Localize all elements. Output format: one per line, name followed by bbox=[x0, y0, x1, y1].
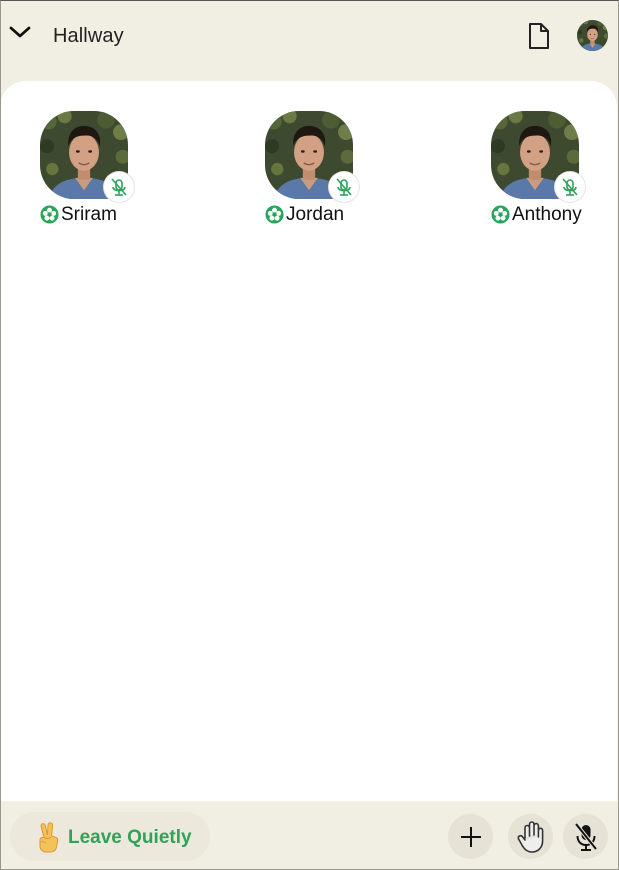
mic-muted-icon bbox=[329, 172, 359, 202]
participants-panel: Sriram Jordan Anthony bbox=[0, 81, 617, 801]
participant-card[interactable]: Sriram bbox=[40, 111, 180, 231]
plus-icon bbox=[460, 826, 481, 847]
mic-muted-icon bbox=[104, 172, 134, 202]
participant-name: Sriram bbox=[61, 204, 117, 225]
mute-button[interactable] bbox=[563, 814, 608, 859]
add-button[interactable] bbox=[448, 814, 493, 859]
online-status-icon bbox=[265, 205, 284, 224]
raise-hand-icon bbox=[517, 820, 543, 853]
user-avatar[interactable] bbox=[577, 20, 608, 51]
room-header: Hallway bbox=[0, 0, 619, 80]
participant-name: Jordan bbox=[286, 204, 345, 225]
peace-hand-icon bbox=[39, 822, 59, 853]
online-status-icon bbox=[40, 205, 59, 224]
room-title: Hallway bbox=[53, 25, 124, 47]
chevron-down-icon[interactable] bbox=[8, 20, 32, 44]
participant-name: Anthony bbox=[512, 204, 582, 225]
leave-quietly-button[interactable]: Leave Quietly bbox=[10, 812, 210, 861]
participant-card[interactable]: Jordan bbox=[265, 111, 405, 231]
online-status-icon bbox=[491, 205, 510, 224]
mic-muted-icon bbox=[573, 822, 598, 851]
leave-quietly-label: Leave Quietly bbox=[68, 827, 192, 848]
participant-card[interactable]: Anthony bbox=[491, 111, 619, 231]
raise-hand-button[interactable] bbox=[508, 814, 553, 859]
mic-muted-icon bbox=[555, 172, 585, 202]
document-icon[interactable] bbox=[526, 22, 552, 50]
